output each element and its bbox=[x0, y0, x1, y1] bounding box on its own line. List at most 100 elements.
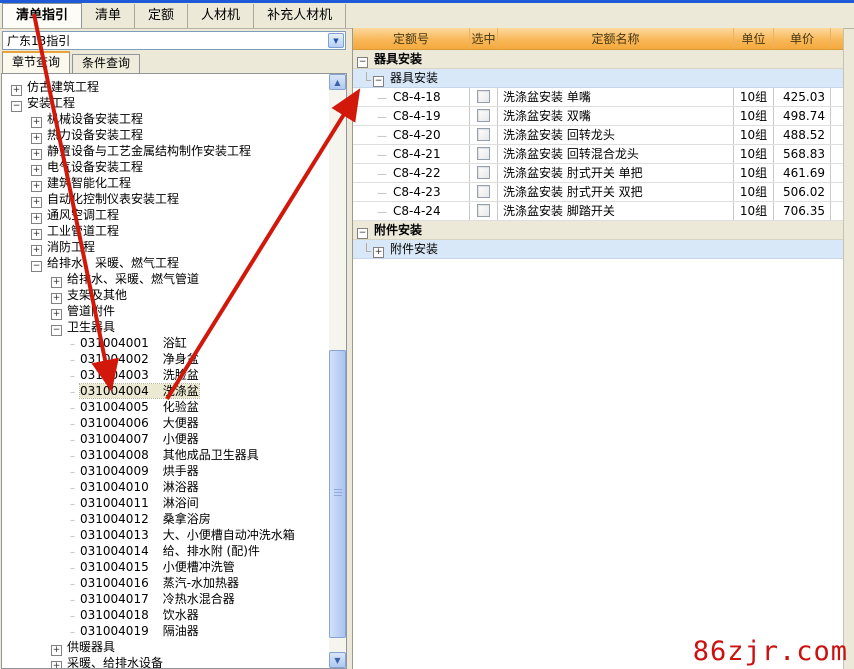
tree-node[interactable]: –031004009烘手器 bbox=[2, 463, 346, 479]
table-row[interactable]: —C8-4-19洗涤盆安装 双嘴10组498.74 bbox=[353, 107, 843, 126]
collapse-minus-icon[interactable]: − bbox=[31, 261, 42, 272]
column-header-1[interactable]: 定额号 bbox=[353, 28, 470, 49]
checkbox-cell bbox=[470, 145, 498, 163]
table-row[interactable]: —C8-4-18洗涤盆安装 单嘴10组425.03 bbox=[353, 88, 843, 107]
tree-node[interactable]: +仿古建筑工程 bbox=[2, 79, 346, 95]
collapse-minus-icon[interactable]: − bbox=[51, 325, 62, 336]
scroll-down-icon[interactable]: ▼ bbox=[329, 652, 346, 668]
row-checkbox[interactable] bbox=[477, 204, 490, 217]
expand-plus-icon[interactable]: + bbox=[373, 247, 384, 258]
tree-node-code: 031004009 bbox=[80, 464, 149, 478]
top-tab-5[interactable]: 补充人材机 bbox=[254, 4, 346, 28]
tree-node[interactable]: –031004012桑拿浴房 bbox=[2, 511, 346, 527]
tree-node[interactable]: –031004002净身盆 bbox=[2, 351, 346, 367]
collapse-minus-icon[interactable]: − bbox=[357, 57, 368, 68]
tree-elbow-icon bbox=[366, 72, 371, 81]
tree-node[interactable]: –031004005化验盆 bbox=[2, 399, 346, 415]
tree-node[interactable]: +自动化控制仪表安装工程 bbox=[2, 191, 346, 207]
tree-node[interactable]: +管道附件 bbox=[2, 303, 346, 319]
tree-node[interactable]: –031004017冷热水混合器 bbox=[2, 591, 346, 607]
scroll-up-icon[interactable]: ▲ bbox=[329, 74, 346, 90]
tree-node[interactable]: –031004018饮水器 bbox=[2, 607, 346, 623]
chapter-tree-panel: +仿古建筑工程−安装工程+机械设备安装工程+热力设备安装工程+静置设备与工艺金属… bbox=[1, 73, 347, 669]
collapse-minus-icon[interactable]: − bbox=[11, 101, 22, 112]
tree-node[interactable]: –031004007小便器 bbox=[2, 431, 346, 447]
tree-node[interactable]: +通风空调工程 bbox=[2, 207, 346, 223]
group-row[interactable]: −附件安装 bbox=[353, 221, 843, 240]
column-header-5[interactable]: 单价 bbox=[774, 28, 831, 49]
tree-node[interactable]: +消防工程 bbox=[2, 239, 346, 255]
row-checkbox[interactable] bbox=[477, 90, 490, 103]
tree-node[interactable]: –031004013大、小便槽自动冲洗水箱 bbox=[2, 527, 346, 543]
tree-node-label: 031004019隔油器 bbox=[80, 624, 199, 638]
tree-node[interactable]: +给排水、采暖、燃气管道 bbox=[2, 271, 346, 287]
guide-combobox[interactable]: 广东13指引 ▼ bbox=[2, 31, 346, 50]
table-row[interactable]: —C8-4-21洗涤盆安装 回转混合龙头10组568.83 bbox=[353, 145, 843, 164]
collapse-minus-icon[interactable]: − bbox=[373, 76, 384, 87]
column-header-2[interactable]: 选中 bbox=[470, 28, 498, 49]
collapse-minus-icon[interactable]: − bbox=[357, 228, 368, 239]
tree-node[interactable]: +静置设备与工艺金属结构制作安装工程 bbox=[2, 143, 346, 159]
tree-node[interactable]: –031004006大便器 bbox=[2, 415, 346, 431]
tree-node-name: 小便槽冲洗管 bbox=[163, 560, 235, 574]
top-tab-2[interactable]: 清单 bbox=[82, 4, 135, 28]
tree-node[interactable]: +电气设备安装工程 bbox=[2, 159, 346, 175]
tree-node[interactable]: –031004004洗涤盆 bbox=[2, 383, 346, 399]
tree-node-code: 031004019 bbox=[80, 624, 149, 638]
tree-node[interactable]: −给排水、采暖、燃气工程 bbox=[2, 255, 346, 271]
chevron-down-icon[interactable]: ▼ bbox=[328, 33, 344, 48]
tree-node[interactable]: +供暖器具 bbox=[2, 639, 346, 655]
tree-scrollbar[interactable]: ▲ ▼ bbox=[329, 74, 346, 668]
filler-cell bbox=[831, 202, 843, 220]
tree-node[interactable]: +工业管道工程 bbox=[2, 223, 346, 239]
top-tab-1[interactable]: 清单指引 bbox=[2, 3, 82, 28]
tree-node-code: 031004010 bbox=[80, 480, 149, 494]
table-row[interactable]: —C8-4-23洗涤盆安装 肘式开关 双把10组506.02 bbox=[353, 183, 843, 202]
left-tab-1[interactable]: 章节查询 bbox=[2, 51, 70, 73]
tree-node[interactable]: −安装工程 bbox=[2, 95, 346, 111]
top-tab-4[interactable]: 人材机 bbox=[188, 4, 254, 28]
tree-connector-icon: — bbox=[377, 150, 387, 161]
tree-node[interactable]: –031004016蒸汽-水加热器 bbox=[2, 575, 346, 591]
column-header-3[interactable]: 定额名称 bbox=[498, 28, 734, 49]
tree-node[interactable]: +建筑智能化工程 bbox=[2, 175, 346, 191]
row-checkbox[interactable] bbox=[477, 109, 490, 122]
scrollbar-thumb[interactable] bbox=[329, 350, 346, 638]
unit-cell: 10组 bbox=[734, 202, 774, 220]
expand-plus-icon[interactable]: + bbox=[51, 661, 62, 669]
quota-name-cell: 洗涤盆安装 双嘴 bbox=[498, 107, 734, 125]
row-checkbox[interactable] bbox=[477, 128, 490, 141]
tree-node-label: 031004008其他成品卫生器具 bbox=[80, 448, 259, 462]
row-checkbox[interactable] bbox=[477, 185, 490, 198]
tree-node-label: 安装工程 bbox=[27, 96, 75, 110]
row-checkbox[interactable] bbox=[477, 147, 490, 160]
subgroup-row[interactable]: −器具安装 bbox=[353, 69, 843, 88]
tree-node[interactable]: –031004011淋浴间 bbox=[2, 495, 346, 511]
column-header-4[interactable]: 单位 bbox=[734, 28, 774, 49]
row-checkbox[interactable] bbox=[477, 166, 490, 179]
tree-node-name: 卫生器具 bbox=[67, 320, 115, 334]
tree-connector-icon: — bbox=[377, 131, 387, 142]
tree-node[interactable]: –031004014给、排水附 (配)件 bbox=[2, 543, 346, 559]
tree-connector-icon: – bbox=[70, 483, 75, 494]
tree-node[interactable]: +支架及其他 bbox=[2, 287, 346, 303]
tree-node[interactable]: –031004003洗脸盆 bbox=[2, 367, 346, 383]
tree-node[interactable]: +采暖、给排水设备 bbox=[2, 655, 346, 669]
tree-node[interactable]: +机械设备安装工程 bbox=[2, 111, 346, 127]
left-tab-2[interactable]: 条件查询 bbox=[72, 54, 140, 73]
tree-node[interactable]: –031004010淋浴器 bbox=[2, 479, 346, 495]
table-row[interactable]: —C8-4-24洗涤盆安装 脚踏开关10组706.35 bbox=[353, 202, 843, 221]
top-tab-3[interactable]: 定额 bbox=[135, 4, 188, 28]
unit-cell: 10组 bbox=[734, 88, 774, 106]
tree-node[interactable]: +热力设备安装工程 bbox=[2, 127, 346, 143]
tree-node[interactable]: –031004008其他成品卫生器具 bbox=[2, 447, 346, 463]
tree-node[interactable]: –031004015小便槽冲洗管 bbox=[2, 559, 346, 575]
table-row[interactable]: —C8-4-22洗涤盆安装 肘式开关 单把10组461.69 bbox=[353, 164, 843, 183]
table-row[interactable]: —C8-4-20洗涤盆安装 回转龙头10组488.52 bbox=[353, 126, 843, 145]
price-cell: 506.02 bbox=[774, 183, 831, 201]
tree-node[interactable]: –031004019隔油器 bbox=[2, 623, 346, 639]
tree-node[interactable]: −卫生器具 bbox=[2, 319, 346, 335]
subgroup-row[interactable]: +附件安装 bbox=[353, 240, 843, 259]
tree-node[interactable]: –031004001浴缸 bbox=[2, 335, 346, 351]
group-row[interactable]: −器具安装 bbox=[353, 50, 843, 69]
